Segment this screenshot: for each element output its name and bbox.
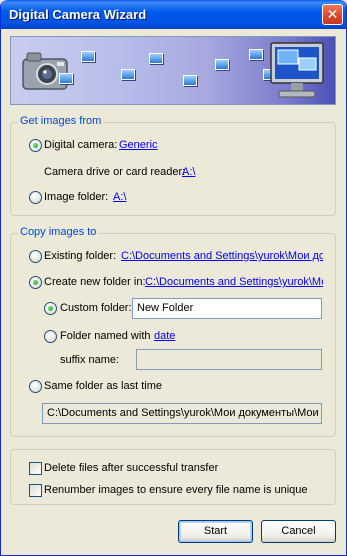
card-reader-link[interactable]: A:\ [182,166,195,179]
image-card-icon [215,59,229,70]
transfer-options-group: Delete files after successful transfer R… [10,449,336,505]
image-folder-radio[interactable] [29,191,42,204]
digital-camera-radio[interactable] [29,139,42,152]
existing-folder-radio[interactable] [29,250,42,263]
create-new-folder-label[interactable]: Create new folder in: [44,276,146,289]
image-folder-label[interactable]: Image folder: [44,191,108,204]
custom-folder-radio[interactable] [44,302,57,315]
existing-folder-label[interactable]: Existing folder: [44,250,116,263]
suffix-name-input[interactable] [136,349,322,370]
monitor-icon [270,42,324,98]
close-icon: ✕ [326,6,339,22]
same-folder-label[interactable]: Same folder as last time [44,380,162,393]
existing-folder-link[interactable]: C:\Documents and Settings\yurok\Мои доку… [121,250,323,263]
custom-folder-input[interactable]: New Folder [132,298,322,319]
get-images-legend: Get images from [18,115,104,127]
create-new-folder-link[interactable]: C:\Documents and Settings\yurok\Мои доку… [145,276,323,289]
delete-files-label[interactable]: Delete files after successful transfer [44,462,218,475]
wizard-window: Digital Camera Wizard ✕ Get images from … [0,0,347,556]
renumber-label[interactable]: Renumber images to ensure every file nam… [44,484,308,497]
image-card-icon [81,51,95,62]
image-card-icon [183,75,197,86]
folder-named-label[interactable]: Folder named with [60,330,151,343]
start-button[interactable]: Start [178,520,253,543]
card-reader-label: Camera drive or card reader: [44,166,186,178]
create-new-folder-radio[interactable] [29,276,42,289]
folder-named-radio[interactable] [44,330,57,343]
delete-files-checkbox[interactable] [29,462,42,475]
window-title: Digital Camera Wizard [9,7,147,22]
renumber-checkbox[interactable] [29,484,42,497]
last-folder-field[interactable]: C:\Documents and Settings\yurok\Мои доку… [42,403,322,424]
image-folder-link[interactable]: A:\ [113,191,126,204]
title-bar[interactable]: Digital Camera Wizard ✕ [1,0,346,29]
wizard-banner [10,36,336,105]
copy-images-group: Copy images to Existing folder: C:\Docum… [10,226,336,437]
custom-folder-label[interactable]: Custom folder: [60,302,132,315]
close-button[interactable]: ✕ [322,4,343,25]
transfer-animation [51,47,291,97]
same-folder-radio[interactable] [29,380,42,393]
image-card-icon [249,49,263,60]
digital-camera-link[interactable]: Generic [119,139,158,152]
image-card-icon [121,69,135,80]
digital-camera-label[interactable]: Digital camera: [44,139,117,152]
suffix-name-label: suffix name: [60,354,120,366]
cancel-button[interactable]: Cancel [261,520,336,543]
folder-named-link[interactable]: date [154,330,175,343]
image-card-icon [149,53,163,64]
get-images-group: Get images from Digital camera: Generic … [10,115,336,216]
image-card-icon [59,73,73,84]
copy-images-legend: Copy images to [18,226,99,238]
